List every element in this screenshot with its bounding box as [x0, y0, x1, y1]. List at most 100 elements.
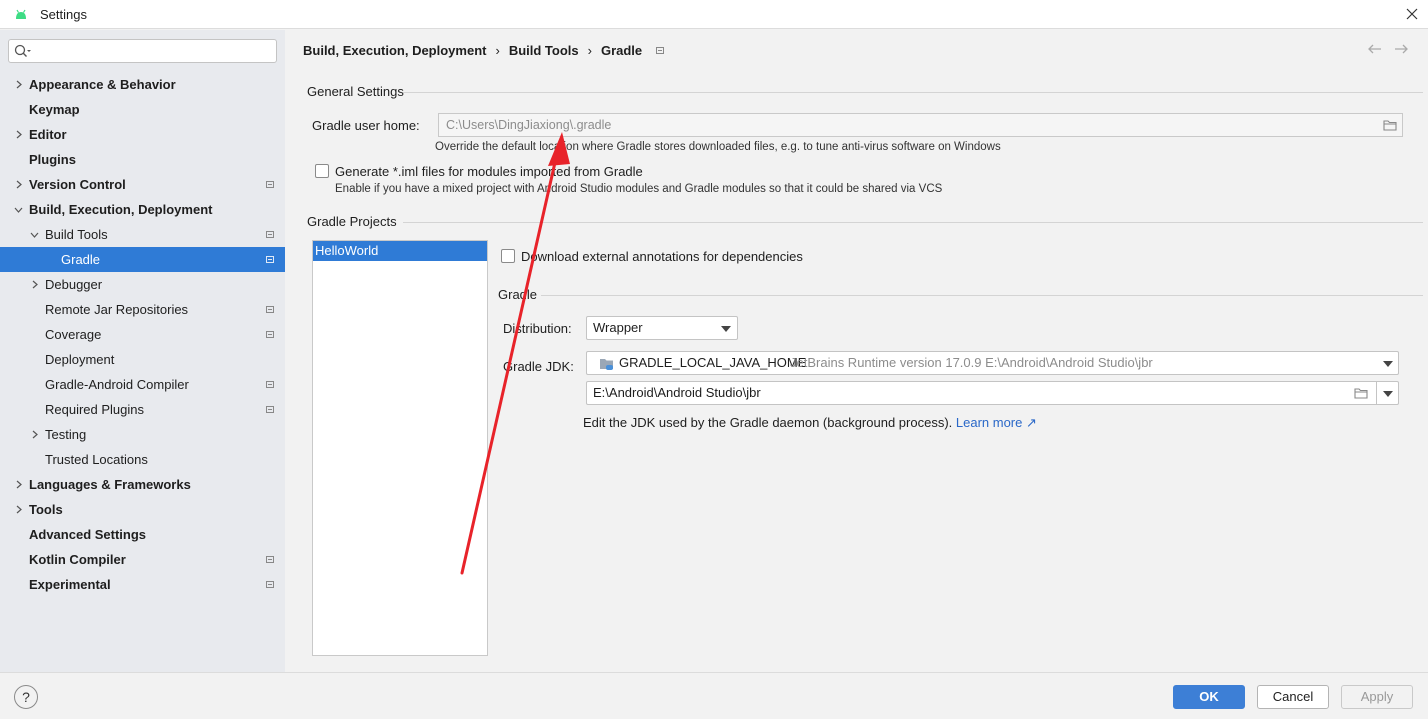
gradle-section-title: Gradle: [498, 287, 538, 302]
sidebar-item-required-plugins[interactable]: Required Plugins: [0, 397, 285, 422]
sidebar-item-debugger[interactable]: Debugger: [0, 272, 285, 297]
breadcrumb-separator: ›: [587, 43, 592, 58]
sidebar-item-label: Keymap: [29, 102, 80, 117]
gradle-user-home-value: C:\Users\DingJiaxiong\.gradle: [446, 118, 612, 132]
sidebar-item-label: Kotlin Compiler: [29, 552, 126, 567]
general-settings-title: General Settings: [307, 84, 404, 99]
gradle-jdk-dropdown[interactable]: GRADLE_LOCAL_JAVA_HOME JetBrains Runtime…: [586, 351, 1399, 375]
close-icon: [1406, 8, 1418, 20]
title-bar: Settings: [0, 0, 1428, 29]
sidebar-item-label: Required Plugins: [45, 402, 145, 417]
sidebar-item-label: Deployment: [45, 352, 115, 367]
jdk-path-field[interactable]: E:\Android\Android Studio\jbr: [586, 381, 1399, 405]
sidebar-item-languages-frameworks[interactable]: Languages & Frameworks: [0, 472, 285, 497]
sidebar-item-label: Gradle: [61, 252, 101, 267]
sidebar-item-editor[interactable]: Editor: [0, 122, 285, 147]
sidebar-item-label: Editor: [29, 127, 67, 142]
distribution-label: Distribution:: [503, 321, 572, 336]
separator: [403, 222, 1423, 223]
jdk-path-value: E:\Android\Android Studio\jbr: [593, 385, 761, 400]
search-icon: [14, 44, 31, 57]
gradle-user-home-field[interactable]: C:\Users\DingJiaxiong\.gradle: [438, 113, 1403, 137]
apply-button[interactable]: Apply: [1341, 685, 1413, 709]
sidebar-item-experimental[interactable]: Experimental: [0, 572, 285, 597]
sidebar-item-label: Testing: [45, 427, 87, 442]
project-settings-icon: [266, 231, 274, 238]
separator: [403, 92, 1423, 93]
chevron-right-icon: [32, 280, 38, 289]
settings-content: Build, Execution, Deployment › Build Tools…: [285, 30, 1428, 672]
sidebar-item-kotlin-compiler[interactable]: Kotlin Compiler: [0, 547, 285, 572]
sidebar-item-version-control[interactable]: Version Control: [0, 172, 285, 197]
close-button[interactable]: [1400, 2, 1424, 26]
sidebar-item-label: Version Control: [29, 177, 126, 192]
sidebar-item-tools[interactable]: Tools: [0, 497, 285, 522]
project-settings-icon: [266, 331, 274, 338]
generate-iml-hint: Enable if you have a mixed project with …: [335, 183, 943, 195]
sidebar-item-plugins[interactable]: Plugins: [0, 147, 285, 172]
sidebar-item-advanced-settings[interactable]: Advanced Settings: [0, 522, 285, 547]
sidebar-item-coverage[interactable]: Coverage: [0, 322, 285, 347]
sidebar-item-gradle-android-compiler[interactable]: Gradle-Android Compiler: [0, 372, 285, 397]
list-item-helloworld[interactable]: HelloWorld: [313, 241, 487, 261]
sidebar-item-keymap[interactable]: Keymap: [0, 97, 285, 122]
sidebar-item-remote-jar-repositories[interactable]: Remote Jar Repositories: [0, 297, 285, 322]
breadcrumb-build-execution-deployment[interactable]: Build, Execution, Deployment: [303, 43, 486, 58]
chevron-down-icon: [30, 232, 39, 238]
settings-tree: Appearance & Behavior Keymap Editor Plug…: [0, 72, 285, 597]
generate-iml-checkbox[interactable]: [315, 164, 329, 178]
sidebar-item-label: Plugins: [29, 152, 76, 167]
jdk-name: GRADLE_LOCAL_JAVA_HOME: [619, 355, 807, 370]
sidebar-item-label: Tools: [29, 502, 63, 517]
sidebar-item-label: Build Tools: [45, 227, 108, 242]
project-settings-icon: [266, 556, 274, 563]
cancel-button[interactable]: Cancel: [1257, 685, 1329, 709]
sidebar-item-label: Remote Jar Repositories: [45, 302, 189, 317]
project-list[interactable]: HelloWorld: [312, 240, 488, 656]
sidebar-item-build-tools[interactable]: Build Tools: [0, 222, 285, 247]
chevron-right-icon: [32, 430, 38, 439]
sidebar-item-label: Debugger: [45, 277, 103, 292]
project-settings-icon: [266, 381, 274, 388]
distribution-dropdown[interactable]: Wrapper: [586, 316, 738, 340]
chevron-down-icon: [14, 207, 23, 213]
project-settings-icon: [656, 47, 664, 54]
breadcrumb-build-tools[interactable]: Build Tools: [509, 43, 579, 58]
folder-icon[interactable]: [1354, 387, 1368, 399]
sidebar-item-trusted-locations[interactable]: Trusted Locations: [0, 447, 285, 472]
gradle-user-home-hint: Override the default location where Grad…: [435, 141, 1001, 153]
search-box[interactable]: [8, 39, 277, 63]
chevron-right-icon: [16, 180, 22, 189]
breadcrumb-gradle: Gradle: [600, 43, 643, 58]
sidebar-item-gradle[interactable]: Gradle: [0, 247, 285, 272]
settings-sidebar: Appearance & Behavior Keymap Editor Plug…: [0, 30, 285, 672]
jdk-detail: JetBrains Runtime version 17.0.9 E:\Andr…: [790, 355, 1153, 370]
sidebar-item-label: Appearance & Behavior: [29, 77, 176, 92]
learn-more-link[interactable]: Learn more ↗: [956, 415, 1037, 430]
chevron-down-icon[interactable]: [1383, 391, 1393, 397]
chevron-down-icon: [721, 326, 731, 332]
sidebar-item-deployment[interactable]: Deployment: [0, 347, 285, 372]
back-arrow-icon[interactable]: [1367, 42, 1383, 56]
gradle-projects-title: Gradle Projects: [307, 214, 397, 229]
sidebar-item-label: Coverage: [45, 327, 102, 342]
folder-icon[interactable]: [1383, 119, 1397, 131]
search-input[interactable]: [39, 42, 269, 60]
help-button[interactable]: ?: [14, 685, 38, 709]
project-settings-icon: [266, 406, 274, 413]
sidebar-item-testing[interactable]: Testing: [0, 422, 285, 447]
ok-button[interactable]: OK: [1173, 685, 1245, 709]
chevron-right-icon: [16, 80, 22, 89]
sidebar-item-label: Build, Execution, Deployment: [29, 202, 213, 217]
sidebar-item-label: Gradle-Android Compiler: [45, 377, 189, 392]
download-annotations-label[interactable]: Download external annotations for depend…: [521, 249, 803, 264]
divider: [1376, 382, 1377, 404]
project-settings-icon: [266, 256, 274, 263]
forward-arrow-icon[interactable]: [1393, 42, 1409, 56]
sidebar-item-build-execution-deployment[interactable]: Build, Execution, Deployment: [0, 197, 285, 222]
chevron-right-icon: [16, 480, 22, 489]
sidebar-item-appearance-behavior[interactable]: Appearance & Behavior: [0, 72, 285, 97]
sidebar-item-label: Experimental: [29, 577, 111, 592]
download-annotations-checkbox[interactable]: [501, 249, 515, 263]
generate-iml-label[interactable]: Generate *.iml files for modules importe…: [335, 164, 643, 179]
